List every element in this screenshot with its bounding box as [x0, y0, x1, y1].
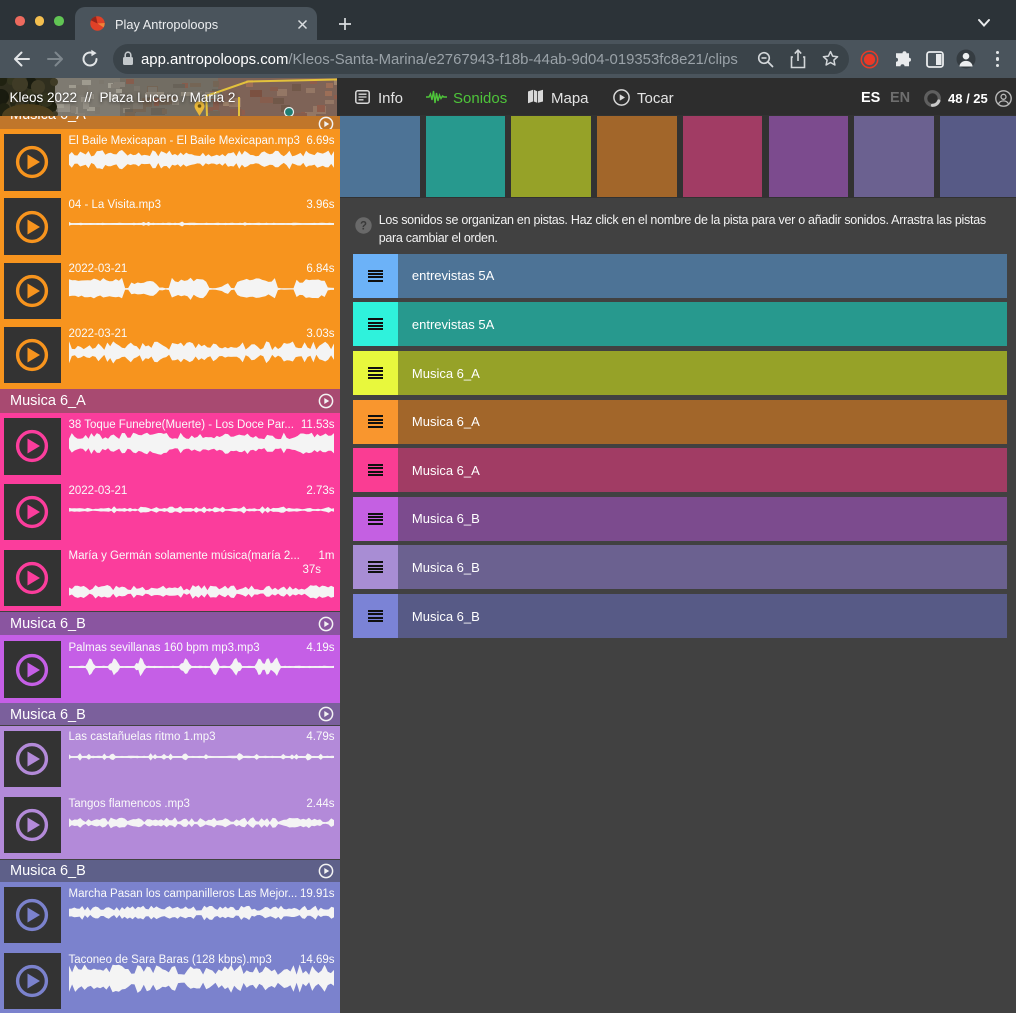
svg-text:?: ?: [359, 221, 366, 233]
